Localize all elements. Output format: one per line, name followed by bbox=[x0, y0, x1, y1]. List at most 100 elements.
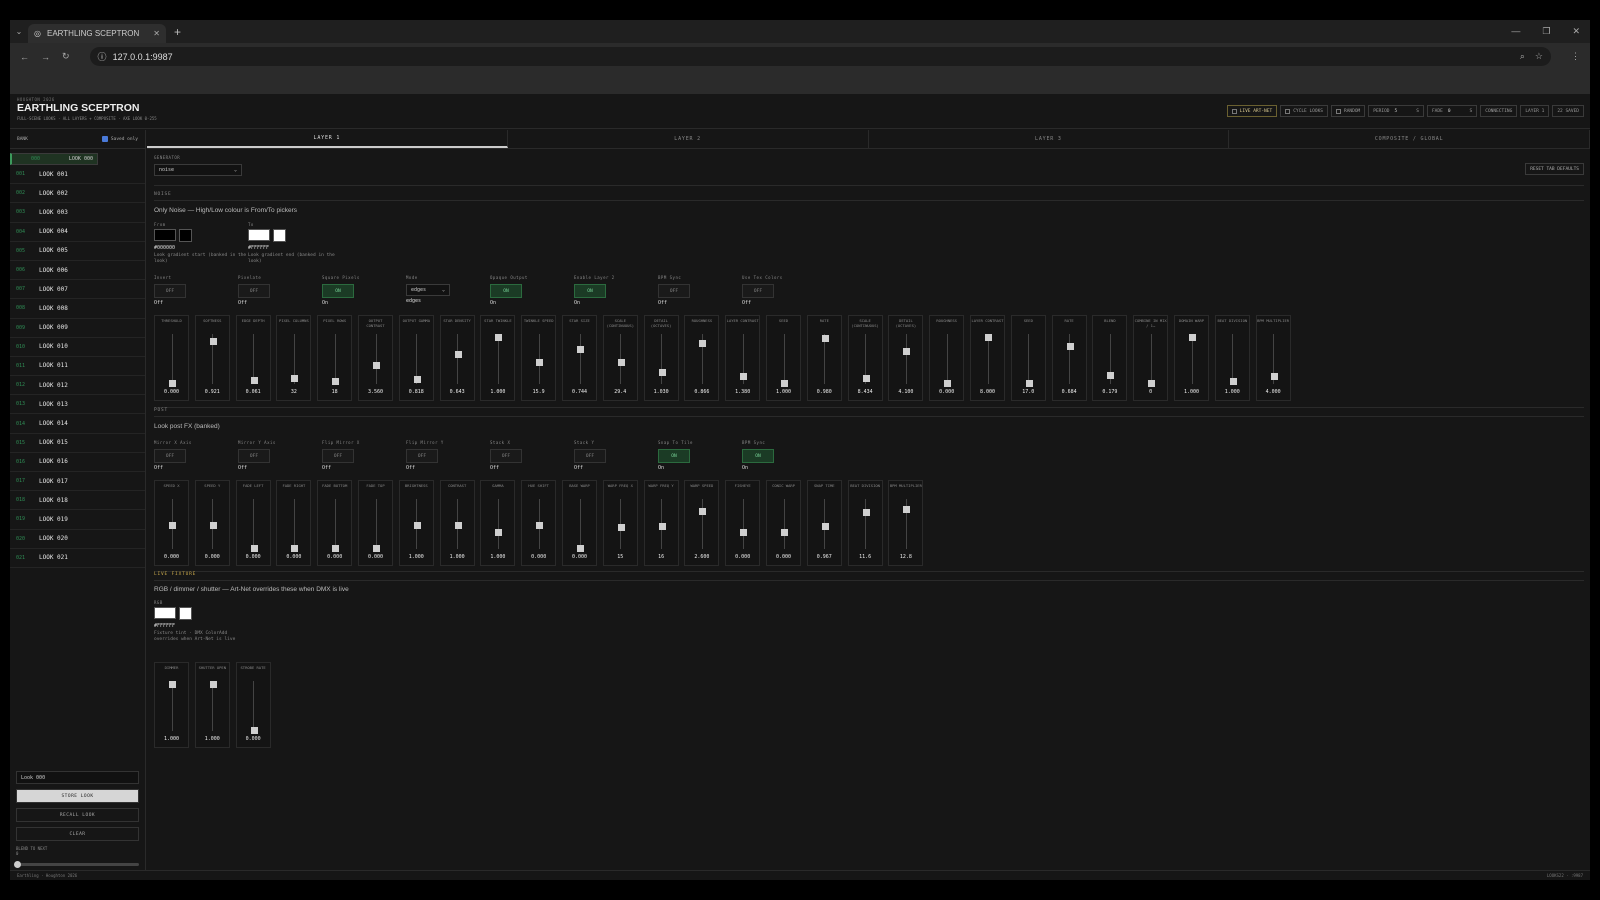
mirror-y-axis-button[interactable]: OFF bbox=[238, 449, 270, 463]
fader-thumb[interactable] bbox=[740, 373, 748, 381]
look-item[interactable]: 021 LOOK 021 bbox=[10, 549, 145, 568]
fader-thumb[interactable] bbox=[373, 361, 380, 369]
store-look-button[interactable]: STORE LOOK bbox=[16, 789, 139, 803]
pixel-columns-fader[interactable]: PIXEL COLUMNS 32 bbox=[276, 315, 312, 401]
invert-button[interactable]: OFF bbox=[154, 284, 186, 298]
snap-time-fader[interactable]: SNAP TIME 0.967 bbox=[806, 480, 842, 566]
layer-contrast-fader[interactable]: LAYER CONTRAST 1.380 bbox=[725, 315, 761, 401]
fader-thumb[interactable] bbox=[413, 376, 421, 384]
star-size-fader[interactable]: STAR SIZE 0.744 bbox=[562, 315, 597, 401]
speed-x-fader[interactable]: SPEED X 0.000 bbox=[154, 480, 189, 566]
fader-thumb[interactable] bbox=[1270, 373, 1278, 381]
fader-thumb[interactable] bbox=[699, 508, 707, 516]
tab-composite-global[interactable]: COMPOSITE / GLOBAL bbox=[1229, 130, 1590, 148]
look-item[interactable]: 005 LOOK 005 bbox=[10, 242, 145, 261]
shutter-open-fader[interactable]: SHUTTER OPEN 1.000 bbox=[194, 662, 230, 748]
scale-continuous-fader[interactable]: SCALE (CONTINUOUS) 8.434 bbox=[847, 315, 883, 401]
seed-fader[interactable]: SEED 1.000 bbox=[766, 315, 801, 401]
fader-thumb[interactable] bbox=[373, 545, 380, 552]
look-item[interactable]: 016 LOOK 016 bbox=[10, 453, 145, 472]
browser-tab[interactable]: ◎ EARTHLING SCEPTRON ✕ bbox=[28, 24, 166, 43]
fader-thumb[interactable] bbox=[250, 727, 258, 734]
fader-thumb[interactable] bbox=[209, 337, 217, 345]
look-item[interactable]: 011 LOOK 011 bbox=[10, 357, 145, 377]
base-warp-fader[interactable]: BASE WARP 0.000 bbox=[562, 480, 597, 566]
look-item[interactable]: 008 LOOK 008 bbox=[10, 299, 145, 319]
fader-thumb[interactable] bbox=[536, 359, 544, 367]
url-field[interactable]: ⓘ 127.0.0.1:9987 ⌕ ☆ bbox=[89, 47, 1551, 66]
dimmer-fader[interactable]: DIMMER 1.000 bbox=[154, 662, 189, 748]
flip-mirror-y-button[interactable]: OFF bbox=[406, 449, 438, 463]
restore-icon[interactable]: ❐ bbox=[1542, 26, 1550, 37]
conic-warp-fader[interactable]: CONIC WARP 0.000 bbox=[766, 480, 801, 566]
new-tab-icon[interactable]: + bbox=[174, 25, 181, 39]
fader-thumb[interactable] bbox=[169, 522, 176, 529]
fader-thumb[interactable] bbox=[169, 681, 176, 688]
fader-thumb[interactable] bbox=[291, 375, 299, 383]
look-item[interactable]: 015 LOOK 015 bbox=[10, 434, 145, 453]
close-tab-icon[interactable]: ✕ bbox=[153, 29, 160, 38]
look-item[interactable]: 000 LOOK 000 bbox=[10, 153, 98, 165]
use-tex-colors-button[interactable]: OFF bbox=[742, 284, 774, 298]
tab-search-icon[interactable]: ⌄ bbox=[10, 27, 28, 36]
bpm-sync-button[interactable]: ON bbox=[742, 449, 774, 463]
look-item[interactable]: 012 LOOK 012 bbox=[10, 376, 145, 396]
warp-speed-fader[interactable]: WARP SPEED 2.600 bbox=[684, 480, 720, 566]
fader-thumb[interactable] bbox=[821, 334, 829, 342]
reset-tab-defaults-button[interactable]: RESET TAB DEFAULTS bbox=[1525, 163, 1584, 175]
tab-layer-1[interactable]: LAYER 1 bbox=[147, 130, 508, 148]
mirror-x-axis-button[interactable]: OFF bbox=[154, 449, 186, 463]
fader-thumb[interactable] bbox=[536, 522, 544, 529]
look-item[interactable]: 018 LOOK 018 bbox=[10, 491, 145, 511]
bpm-multiplier-fader[interactable]: BPM MULTIPLIER 4.000 bbox=[1255, 315, 1291, 401]
fader-thumb[interactable] bbox=[291, 545, 299, 552]
rate-fader[interactable]: RATE 0.684 bbox=[1051, 315, 1087, 401]
fisheye-fader[interactable]: FISHEYE 0.000 bbox=[725, 480, 761, 566]
contrast-fader[interactable]: CONTRAST 1.000 bbox=[439, 480, 475, 566]
enable-layer-2-button[interactable]: ON bbox=[574, 284, 606, 298]
fader-thumb[interactable] bbox=[617, 359, 625, 367]
fader-thumb[interactable] bbox=[740, 528, 748, 536]
fader-thumb[interactable] bbox=[985, 334, 992, 341]
clear-button[interactable]: CLEAR bbox=[16, 827, 139, 841]
roughness-fader[interactable]: ROUGHNESS 0.000 bbox=[929, 315, 965, 401]
site-info-icon[interactable]: ⓘ bbox=[98, 50, 107, 63]
seed-fader[interactable]: SEED 17.0 bbox=[1010, 315, 1046, 401]
fader-thumb[interactable] bbox=[699, 339, 707, 347]
tab-layer-3[interactable]: LAYER 3 bbox=[869, 130, 1230, 148]
saved-only-checkbox[interactable]: Saved only bbox=[101, 136, 138, 142]
look-item[interactable]: 019 LOOK 019 bbox=[10, 510, 145, 530]
softness-fader[interactable]: SOFTNESS 0.921 bbox=[194, 315, 230, 401]
fader-thumb[interactable] bbox=[413, 522, 421, 529]
fader-thumb[interactable] bbox=[781, 528, 788, 536]
fader-thumb[interactable] bbox=[454, 522, 462, 529]
warp-freq-y-fader[interactable]: WARP FREQ Y 16 bbox=[643, 480, 679, 566]
fade-left-fader[interactable]: FADE LEFT 0.000 bbox=[235, 480, 271, 566]
fader-thumb[interactable] bbox=[495, 528, 503, 536]
fader-thumb[interactable] bbox=[944, 380, 952, 387]
fader-thumb[interactable] bbox=[1148, 380, 1156, 387]
gamma-fader[interactable]: GAMMA 1.000 bbox=[480, 480, 516, 566]
fader-thumb[interactable] bbox=[169, 380, 176, 387]
fader-thumb[interactable] bbox=[1189, 334, 1196, 341]
flip-mirror-x-button[interactable]: OFF bbox=[322, 449, 354, 463]
output-contrast-fader[interactable]: OUTPUT CONTRAST 3.560 bbox=[358, 315, 393, 401]
look-item[interactable]: 009 LOOK 009 bbox=[10, 319, 145, 338]
reload-icon[interactable]: ↻ bbox=[62, 51, 70, 62]
square-pixels-button[interactable]: ON bbox=[322, 284, 354, 298]
look-item[interactable]: 007 LOOK 007 bbox=[10, 280, 145, 300]
forward-icon[interactable]: → bbox=[41, 52, 50, 62]
fader-thumb[interactable] bbox=[250, 545, 258, 552]
back-icon[interactable]: ← bbox=[20, 52, 29, 62]
fader-thumb[interactable] bbox=[617, 524, 625, 532]
mode-select[interactable]: edges ⌄ bbox=[406, 284, 450, 296]
opaque-output-button[interactable]: ON bbox=[490, 284, 522, 298]
tab-layer-2[interactable]: LAYER 2 bbox=[508, 130, 869, 148]
blend-fader[interactable]: BLEND 0.179 bbox=[1092, 315, 1128, 401]
fader-thumb[interactable] bbox=[454, 350, 462, 358]
detail-octaves-fader[interactable]: DETAIL (OCTAVES) 1.030 bbox=[643, 315, 679, 401]
bookmark-star-icon[interactable]: ☆ bbox=[1535, 51, 1543, 62]
bpm-sync-button[interactable]: OFF bbox=[658, 284, 690, 298]
fader-thumb[interactable] bbox=[781, 380, 788, 387]
snap-to-tile-button[interactable]: ON bbox=[658, 449, 690, 463]
